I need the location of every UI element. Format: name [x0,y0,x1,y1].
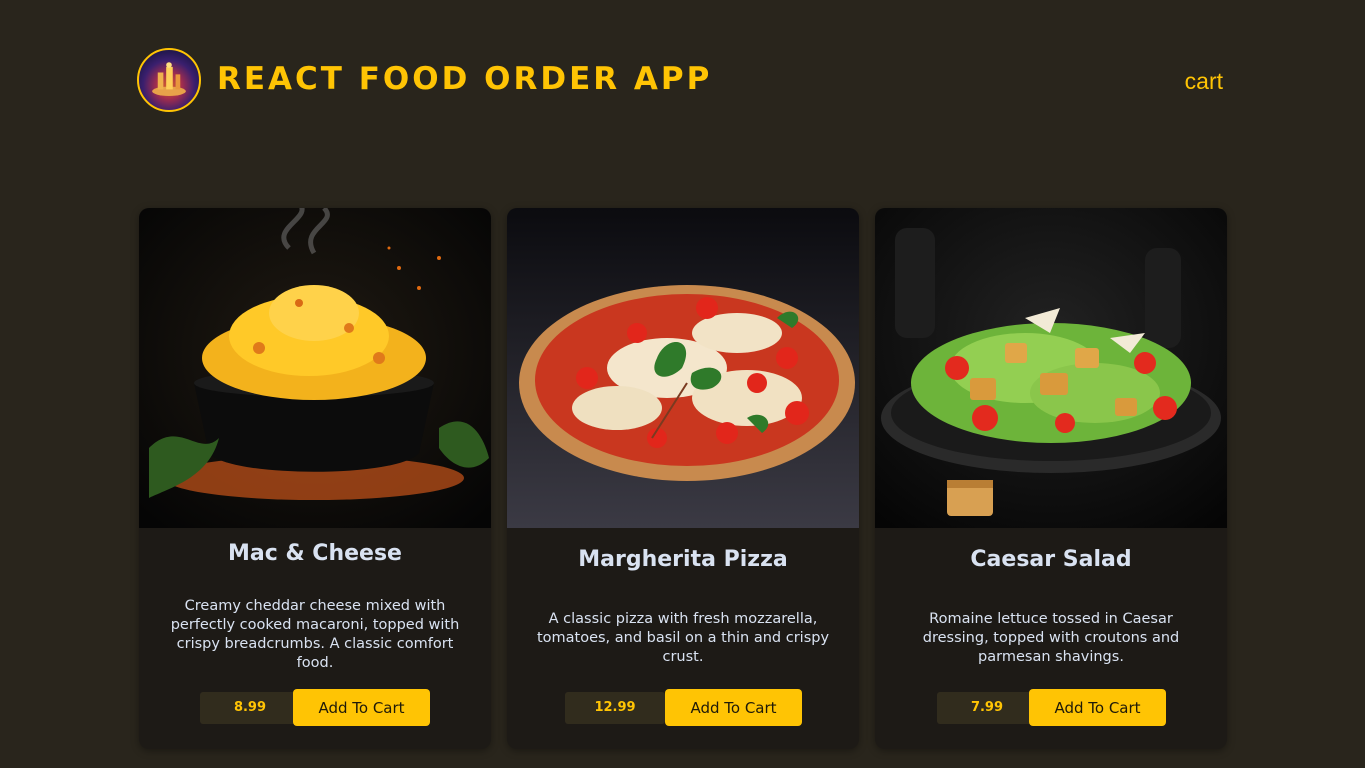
meal-item-mac-and-cheese: Mac & Cheese Creamy cheddar cheese mixed… [139,208,491,749]
meal-description: Creamy cheddar cheese mixed with perfect… [170,598,460,671]
restaurant-logo-icon [137,48,201,112]
mac-and-cheese-image [139,208,491,528]
meal-item-margherita-pizza: Margherita Pizza A classic pizza with fr… [507,208,859,749]
main-header: REACT FOOD ORDER APP cart [137,48,1227,112]
meal-price: 12.99 [565,692,665,724]
meal-name: Mac & Cheese [228,541,402,566]
meal-description: Romaine lettuce tossed in Caesar dressin… [922,611,1180,665]
meal-name: Margherita Pizza [578,547,788,572]
add-to-cart-button[interactable]: Add To Cart [665,689,802,726]
app-title: REACT FOOD ORDER APP [217,61,713,97]
meal-price: 8.99 [200,692,300,724]
add-to-cart-button[interactable]: Add To Cart [1029,689,1166,726]
cart-button[interactable]: cart [1185,68,1223,95]
meal-price: 7.99 [937,692,1037,724]
meal-item-caesar-salad: Caesar Salad Romaine lettuce tossed in C… [875,208,1227,749]
meal-description: A classic pizza with fresh mozzarella, t… [536,611,830,665]
add-to-cart-button[interactable]: Add To Cart [293,689,430,726]
meals-list: Mac & Cheese Creamy cheddar cheese mixed… [139,208,1227,768]
caesar-salad-image [875,208,1227,528]
margherita-pizza-image [507,208,859,528]
meal-name: Caesar Salad [970,547,1132,572]
